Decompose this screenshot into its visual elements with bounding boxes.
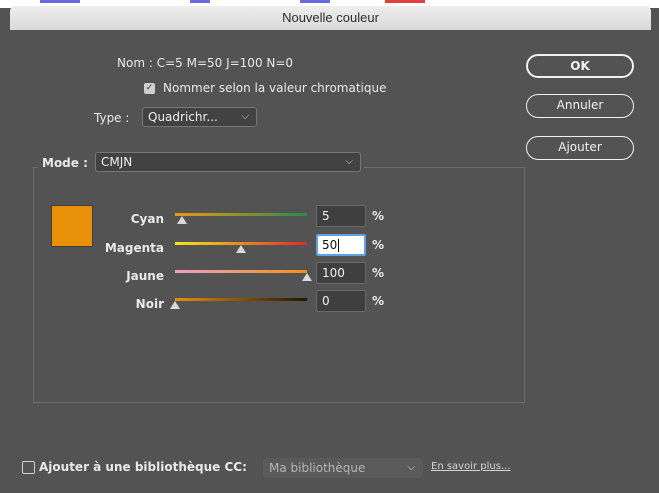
yellow-percent: % bbox=[372, 266, 385, 280]
name-value: C=5 M=50 J=100 N=0 bbox=[156, 56, 294, 70]
color-swatch bbox=[51, 205, 93, 247]
yellow-label: Jaune bbox=[126, 269, 164, 283]
black-label: Noir bbox=[135, 297, 164, 311]
yellow-slider-track[interactable] bbox=[175, 270, 307, 273]
yellow-input[interactable]: 100 bbox=[316, 262, 366, 284]
mode-label: Mode : bbox=[42, 156, 88, 170]
name-label: Nom : bbox=[117, 56, 153, 70]
cyan-input[interactable]: 5 bbox=[316, 205, 366, 227]
chevron-down-icon: ⌵ bbox=[345, 156, 353, 167]
magenta-percent: % bbox=[372, 238, 385, 252]
black-slider-track[interactable] bbox=[175, 298, 307, 301]
add-button[interactable]: Ajouter bbox=[526, 136, 634, 160]
magenta-input[interactable]: 50 bbox=[316, 234, 366, 256]
magenta-label: Magenta bbox=[104, 241, 164, 255]
add-to-library-label: Ajouter à une bibliothèque CC: bbox=[39, 460, 247, 474]
learn-more-link[interactable]: En savoir plus... bbox=[431, 461, 511, 472]
cyan-slider-thumb[interactable] bbox=[176, 216, 187, 224]
black-input[interactable]: 0 bbox=[316, 290, 366, 312]
yellow-slider-thumb[interactable] bbox=[302, 273, 312, 281]
dialog-title-bar[interactable]: Nouvelle couleur bbox=[10, 6, 651, 31]
name-row: Nom : C=5 M=50 J=100 N=0 bbox=[117, 56, 293, 70]
magenta-slider-thumb[interactable] bbox=[236, 245, 246, 253]
type-select[interactable]: Quadrichr... ⌵ bbox=[142, 107, 257, 127]
dialog-title: Nouvelle couleur bbox=[282, 10, 379, 25]
type-label: Type : bbox=[94, 111, 130, 125]
strip-mark bbox=[300, 0, 330, 3]
chevron-down-icon: ⌵ bbox=[407, 462, 415, 473]
mode-select[interactable]: CMJN ⌵ bbox=[95, 152, 361, 172]
cyan-slider-track[interactable] bbox=[175, 213, 307, 216]
text-caret bbox=[338, 239, 340, 252]
library-select-value: Ma bibliothèque bbox=[269, 461, 366, 475]
library-select[interactable]: Ma bibliothèque ⌵ bbox=[263, 458, 423, 478]
name-by-value-label: Nommer selon la valeur chromatique bbox=[163, 81, 387, 95]
mode-select-value: CMJN bbox=[101, 155, 133, 169]
chevron-down-icon: ⌵ bbox=[241, 111, 249, 122]
cyan-percent: % bbox=[372, 209, 385, 223]
black-slider-thumb[interactable] bbox=[170, 301, 180, 309]
magenta-input-value: 50 bbox=[322, 238, 338, 252]
type-select-value: Quadrichr... bbox=[148, 110, 218, 124]
name-by-value-checkbox[interactable]: ✓ bbox=[144, 83, 155, 94]
strip-mark bbox=[40, 0, 80, 3]
black-percent: % bbox=[372, 294, 385, 308]
cancel-button[interactable]: Annuler bbox=[526, 94, 634, 118]
cyan-label: Cyan bbox=[130, 212, 164, 226]
strip-mark bbox=[190, 0, 210, 3]
color-mode-group bbox=[33, 167, 525, 403]
add-to-library-checkbox[interactable] bbox=[22, 461, 35, 474]
ok-button[interactable]: OK bbox=[526, 54, 634, 78]
new-color-dialog: Nom : C=5 M=50 J=100 N=0 ✓ Nommer selon … bbox=[10, 30, 651, 493]
strip-mark bbox=[385, 0, 425, 3]
